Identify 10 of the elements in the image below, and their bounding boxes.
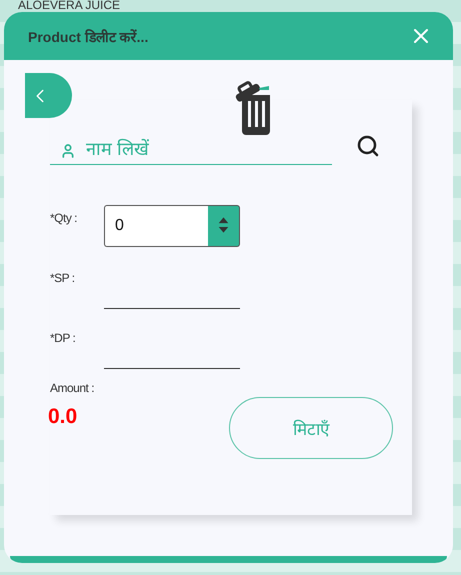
product-name: ALOEVERA JUICE bbox=[18, 0, 120, 11]
field-label: *DP : bbox=[50, 331, 76, 345]
amount-value: 0.0 bbox=[48, 405, 78, 429]
user-icon bbox=[60, 143, 76, 159]
dialog-title: Product डिलीट करें... bbox=[28, 28, 148, 46]
search-button[interactable] bbox=[356, 134, 380, 158]
field-label: *Qty : bbox=[50, 211, 78, 225]
amount-label: Amount : bbox=[50, 381, 94, 395]
search-field[interactable]: नाम लिखें bbox=[50, 135, 332, 165]
field-label: *SP : bbox=[50, 271, 76, 285]
